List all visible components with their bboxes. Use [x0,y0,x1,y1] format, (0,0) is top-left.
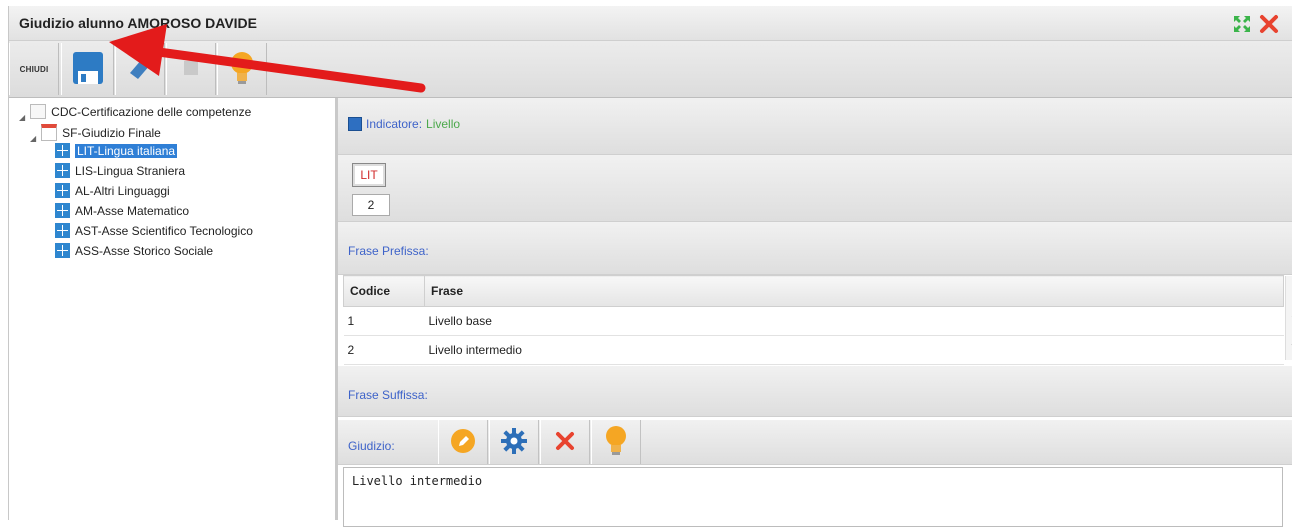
close-icon[interactable] [1259,14,1279,37]
indicator-icon [348,117,362,131]
collapse-icon[interactable]: ◢ [30,134,36,143]
row-code: 2 [343,335,425,365]
tree-item[interactable]: AM-Asse Matematico [55,203,189,218]
calendar-icon [41,124,58,141]
code-button-label: LIT [360,168,378,182]
tree-item-label: AM-Asse Matematico [75,203,190,218]
grid-icon [55,183,70,198]
tree-root-label: CDC-Certificazione delle competenze [51,104,252,119]
row-code: 1 [343,306,425,336]
code-value-field[interactable]: 2 [352,194,390,216]
root-node-icon [30,104,47,119]
giudizio-text: Livello intermedio [352,474,483,488]
tree-root[interactable]: ◢ CDC-Certificazione delle competenze [19,104,252,122]
tree-item-label: AL-Altri Linguaggi [75,183,170,198]
tree-item[interactable]: LIT-Lingua italiana [55,143,178,158]
grid-icon [55,223,70,238]
pencil-circle-icon [450,428,476,457]
tree-item-label: AST-Asse Scientifico Tecnologico [75,223,253,238]
prefix-band: Frase Prefissa: [338,222,1292,275]
edit-text-button[interactable] [438,420,488,464]
table-row[interactable]: 1 Livello base [343,306,1284,336]
phrase-table: Codice Frase 1 Livello base 2 Livello in… [343,275,1284,365]
code-band: LIT 2 [338,155,1292,222]
maximize-icon[interactable] [1233,15,1251,36]
row-phrase: Livello base [424,306,1284,336]
row-phrase: Livello intermedio [424,335,1284,365]
indicator-label: Indicatore: [366,117,423,131]
tree-child-label: SF-Giudizio Finale [62,125,161,140]
grid-icon [55,243,70,258]
code-value: 2 [367,198,375,212]
column-header-frase[interactable]: Frase [424,275,1284,307]
giudizio-textarea[interactable]: Livello intermedio [343,467,1283,527]
grid-icon [55,163,70,178]
tree-item[interactable]: AL-Altri Linguaggi [55,183,170,198]
code-button[interactable]: LIT [352,163,386,187]
suffix-label: Frase Suffissa: [348,388,428,402]
dialog-window: Giudizio alunno AMOROSO DAVIDE CHIUDI ◢ … [8,6,1292,527]
giudizio-band: Giudizio: [338,420,1292,465]
competence-tree: ◢ CDC-Certificazione delle competenze ◢ … [9,98,338,520]
suffix-band: Frase Suffissa: [338,366,1292,417]
column-header-codice[interactable]: Codice [343,275,425,307]
indicator-band: Indicatore: Livello [338,98,1292,155]
grid-icon [55,203,70,218]
tree-item[interactable]: ASS-Asse Storico Sociale [55,243,213,258]
tree-item-label: ASS-Asse Storico Sociale [75,243,214,258]
gear-icon [500,427,528,458]
table-scrollbar[interactable]: ▲ ▼ [1285,276,1292,360]
indicator-value: Livello [426,117,461,131]
tree-item[interactable]: AST-Asse Scientifico Tecnologico [55,223,253,238]
tree-child[interactable]: ◢ SF-Giudizio Finale [30,124,161,143]
collapse-icon[interactable]: ◢ [19,113,25,122]
detail-panel: Indicatore: Livello LIT 2 Frase Prefissa… [338,98,1292,527]
settings-button[interactable] [489,420,539,464]
lightbulb-icon [604,425,628,460]
giudizio-label: Giudizio: [348,439,395,453]
delete-button[interactable] [540,420,590,464]
red-arrow-annotation [109,24,426,93]
tree-item-label: LIT-Lingua italiana [75,143,178,158]
tree-item-label: LIS-Lingua Straniera [75,163,186,178]
prefix-label: Frase Prefissa: [348,244,429,258]
delete-x-icon [554,430,576,455]
hint-button[interactable] [591,420,641,464]
table-row[interactable]: 2 Livello intermedio [343,335,1284,365]
table-header-row: Codice Frase [343,275,1284,307]
tree-item[interactable]: LIS-Lingua Straniera [55,163,185,178]
window-controls [1233,14,1279,37]
grid-icon [55,143,70,158]
